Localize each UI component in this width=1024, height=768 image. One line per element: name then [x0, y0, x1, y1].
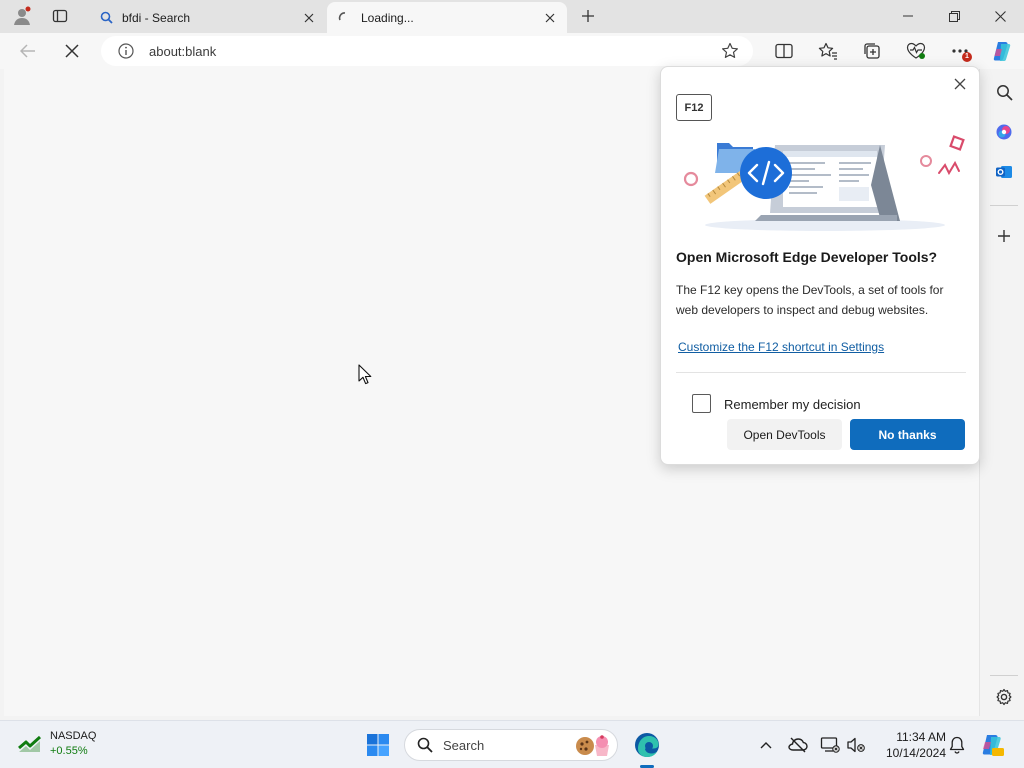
plus-icon	[582, 10, 594, 22]
close-tab-icon[interactable]	[539, 7, 561, 29]
windows-logo-icon	[367, 734, 389, 756]
collections-button[interactable]	[857, 37, 887, 65]
copilot-icon	[993, 42, 1011, 61]
profile-icon	[14, 6, 31, 25]
favorites-icon	[818, 42, 837, 60]
display-tray-button[interactable]	[818, 733, 842, 757]
notifications-button[interactable]	[945, 733, 969, 757]
close-tab-icon[interactable]	[298, 7, 320, 29]
search-highlight-icon	[576, 735, 609, 756]
dialog-body: The F12 key opens the DevTools, a set of…	[676, 283, 944, 317]
profile-button[interactable]	[8, 4, 36, 28]
clock-time: 11:34 AM	[896, 730, 946, 744]
edge-icon	[635, 733, 659, 757]
search-icon	[996, 84, 1013, 101]
dialog-close-button[interactable]	[949, 73, 971, 95]
mouse-cursor-icon	[358, 364, 372, 385]
office-icon	[996, 124, 1012, 140]
remember-decision-label: Remember my decision	[724, 397, 861, 412]
tab-actions-button[interactable]	[46, 4, 74, 28]
settings-more-button[interactable]: 1	[945, 37, 975, 65]
vertical-tabs-icon	[52, 9, 68, 23]
onedrive-tray-button[interactable]	[786, 733, 810, 757]
sidebar-settings-button[interactable]	[990, 683, 1018, 711]
clock-date: 10/14/2024	[885, 746, 946, 760]
close-icon	[954, 78, 966, 90]
f12-key-badge: F12	[676, 94, 712, 121]
copilot-button[interactable]	[987, 37, 1017, 65]
sidebar-divider	[990, 205, 1018, 206]
loading-spinner-icon	[337, 10, 353, 26]
stock-change: +0.55%	[50, 745, 88, 757]
start-button[interactable]	[360, 727, 396, 763]
browser-essentials-button[interactable]	[901, 37, 931, 65]
stock-chart-icon	[18, 735, 42, 752]
close-icon	[994, 10, 1006, 22]
edge-sidebar	[984, 69, 1024, 717]
back-button[interactable]	[13, 37, 43, 65]
address-bar[interactable]: about:blank	[101, 36, 753, 66]
system-clock[interactable]: 11:34 AM 10/14/2024	[874, 729, 946, 761]
favorites-button[interactable]	[813, 37, 843, 65]
tab-strip: bfdi - Search Loading...	[0, 0, 1024, 33]
close-window-button[interactable]	[977, 0, 1023, 32]
copilot-pre-icon	[982, 735, 1004, 756]
tab-loading[interactable]: Loading...	[327, 2, 567, 33]
collections-icon	[864, 43, 880, 59]
minimize-icon	[903, 15, 913, 17]
notification-badge: 1	[962, 52, 972, 62]
monitor-icon	[820, 737, 840, 753]
bell-icon	[949, 736, 965, 754]
show-hidden-icons-button[interactable]	[754, 733, 778, 757]
restore-icon	[948, 10, 960, 22]
cloud-offline-icon	[788, 737, 808, 753]
outlook-icon	[996, 166, 1012, 178]
search-icon	[98, 10, 114, 26]
split-screen-icon	[775, 43, 793, 59]
devtools-illustration	[683, 135, 965, 231]
stock-widget[interactable]: NASDAQ +0.55%	[18, 729, 96, 759]
plus-icon	[998, 230, 1010, 242]
favorite-star-icon[interactable]	[719, 40, 741, 62]
back-arrow-icon	[20, 44, 35, 58]
speaker-muted-icon	[847, 737, 865, 753]
restore-button[interactable]	[931, 0, 977, 32]
stop-icon	[65, 44, 79, 58]
stock-name: NASDAQ	[50, 730, 97, 742]
copilot-taskbar-button[interactable]	[980, 733, 1004, 757]
dialog-divider	[676, 372, 966, 373]
gear-icon	[996, 688, 1012, 706]
sidebar-search-button[interactable]	[990, 78, 1018, 106]
new-tab-button[interactable]	[574, 4, 602, 28]
tab-search[interactable]: bfdi - Search	[88, 2, 326, 33]
volume-tray-button[interactable]	[844, 733, 868, 757]
taskbar-edge-app[interactable]	[629, 727, 665, 763]
search-icon	[415, 735, 435, 755]
minimize-button[interactable]	[885, 0, 931, 32]
sidebar-copilot-app-button[interactable]	[990, 118, 1018, 146]
open-devtools-button[interactable]: Open DevTools	[727, 419, 842, 450]
sidebar-divider	[990, 675, 1018, 676]
tab-title: bfdi - Search	[122, 10, 191, 25]
stop-loading-button[interactable]	[57, 37, 87, 65]
taskbar-search-label: Search	[443, 737, 485, 753]
taskbar-search-box[interactable]: Search	[404, 729, 618, 761]
sidebar-add-button[interactable]	[990, 222, 1018, 250]
sidebar-outlook-button[interactable]	[990, 158, 1018, 186]
dialog-title: Open Microsoft Edge Developer Tools?	[676, 249, 938, 265]
split-screen-button[interactable]	[769, 37, 799, 65]
heart-pulse-icon	[906, 42, 926, 59]
toolbar: about:blank 1	[0, 33, 1024, 69]
tab-title: Loading...	[361, 10, 414, 25]
taskbar: NASDAQ +0.55% Search 11:34 AM 10/14/2024	[0, 720, 1024, 768]
chevron-up-icon	[760, 742, 772, 749]
address-url: about:blank	[149, 43, 217, 59]
site-info-icon[interactable]	[117, 42, 135, 60]
devtools-dialog: F12 Open Microsoft Edge Developer Tools?…	[660, 66, 980, 465]
remember-decision-checkbox[interactable]	[692, 394, 711, 413]
no-thanks-button[interactable]: No thanks	[850, 419, 965, 450]
customize-shortcut-link[interactable]: Customize the F12 shortcut in Settings	[678, 340, 884, 354]
